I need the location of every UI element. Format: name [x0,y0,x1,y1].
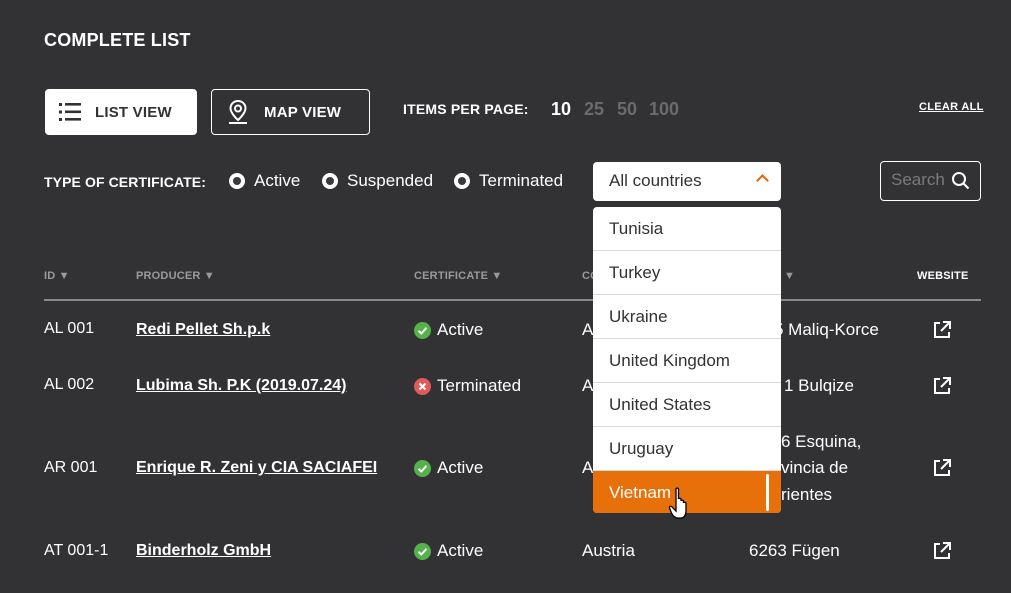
external-link-icon[interactable] [932,458,952,478]
ipp-option-10[interactable]: 10 [551,99,571,120]
map-pin-icon [229,99,247,124]
column-header-certificate[interactable]: CERTIFICATE ▼ [414,270,502,282]
column-header-id[interactable]: ID ▼ [44,270,70,282]
dropdown-option[interactable]: United States [593,383,781,427]
producer-link[interactable]: Binderholz GmbH [136,542,271,560]
radio-label: Suspended [347,171,434,190]
radio-label: Terminated [479,171,564,190]
status-label: Active [437,458,484,477]
radio-dot [229,173,245,189]
check-circle-icon [414,542,431,560]
ipp-option-100[interactable]: 100 [649,99,679,120]
column-header-address[interactable]: ▼ [784,270,795,282]
row-address-line: vincia de [781,458,849,477]
dropdown-option[interactable]: Uruguay [593,427,781,471]
row-id: AL 002 [44,376,95,393]
x-circle-icon [414,377,431,395]
row-id: AT 001-1 [44,542,109,559]
external-link-icon[interactable] [932,320,952,340]
ipp-option-25[interactable]: 25 [584,99,604,120]
dropdown-option[interactable]: Tunisia [593,207,781,251]
dropdown-option[interactable]: Turkey [593,251,781,295]
status-badge: Active [414,541,483,561]
certificate-type-label: TYPE OF CERTIFICATE: [44,174,206,190]
radio-active[interactable]: Active [229,171,300,191]
status-badge: Active [414,458,483,478]
country-dropdown: Tunisia Turkey Ukraine United Kingdom Un… [593,207,781,513]
column-header-website: WEBSITE [917,270,969,282]
list-icon [59,103,81,121]
items-per-page-label: ITEMS PER PAGE: [403,101,529,117]
row-country: Austria [582,541,635,560]
status-label: Active [437,320,484,339]
dropdown-option[interactable]: United Kingdom [593,339,781,383]
list-view-button[interactable]: LIST VIEW [45,89,197,135]
status-badge: Active [414,320,483,340]
hand-cursor-icon [669,487,687,519]
radio-dot [322,173,338,189]
external-link-icon[interactable] [932,541,952,561]
clear-all-link[interactable]: CLEAR ALL [919,101,984,113]
radio-label: Active [254,171,301,190]
radio-dot [454,173,470,189]
map-view-label: MAP VIEW [264,103,342,121]
list-view-label: LIST VIEW [95,103,172,121]
row-id: AL 001 [44,320,95,337]
row-address: 5 Maliq-Korce [774,320,879,339]
status-label: Terminated [437,376,522,395]
country-select-value: All countries [609,171,702,190]
row-country: A [582,320,594,339]
radio-suspended[interactable]: Suspended [322,171,433,191]
row-address: 6263 Fügen [749,541,840,560]
search-input[interactable] [891,170,953,190]
row-id: AR 001 [44,459,98,476]
header-divider [44,299,981,301]
search-icon[interactable] [951,171,971,191]
row-address-line: 6 Esquina, [781,432,862,451]
producer-link[interactable]: Lubima Sh. P.K (2019.07.24) [136,377,346,395]
dropdown-option[interactable]: Ukraine [593,295,781,339]
producer-link[interactable]: Enrique R. Zeni y CIA SACIAFEI [136,459,377,477]
producer-link[interactable]: Redi Pellet Sh.p.k [136,321,270,339]
map-view-button[interactable]: MAP VIEW [211,89,370,135]
check-circle-icon [414,459,431,477]
country-select[interactable]: All countries [593,162,781,201]
radio-terminated[interactable]: Terminated [454,171,563,191]
row-country: A [582,376,594,395]
row-country: A [582,458,594,477]
ipp-option-50[interactable]: 50 [617,99,637,120]
row-address: 1 Bulqize [784,376,854,395]
dropdown-scrollbar[interactable] [766,474,769,511]
page-title: COMPLETE LIST [44,30,191,50]
row-address-line: rientes [781,485,833,504]
chevron-up-icon [756,174,769,187]
external-link-icon[interactable] [932,376,952,396]
search-box[interactable] [880,161,981,201]
column-header-producer[interactable]: PRODUCER ▼ [136,270,215,282]
check-circle-icon [414,321,431,339]
status-badge: Terminated [414,376,521,396]
status-label: Active [437,541,484,560]
